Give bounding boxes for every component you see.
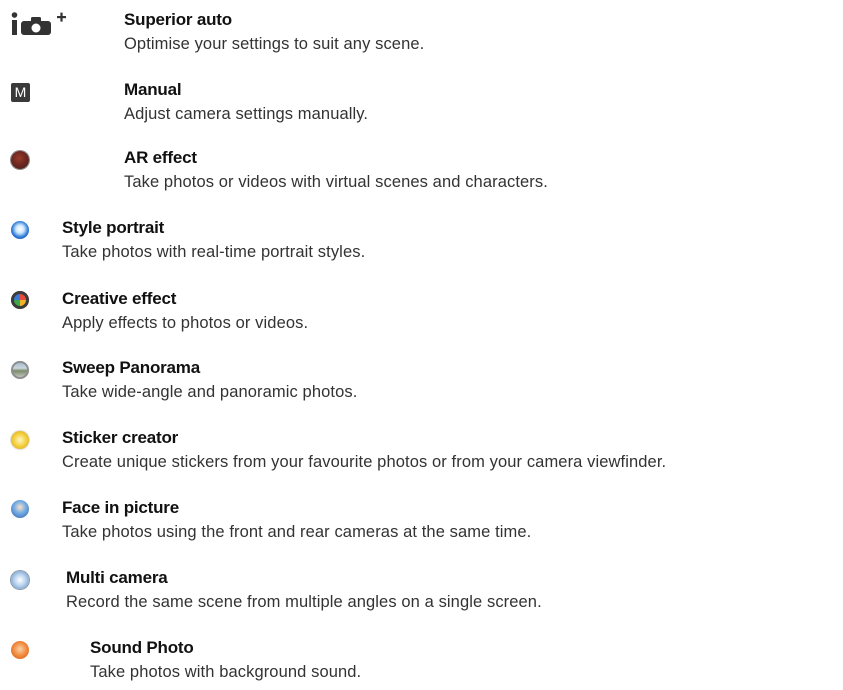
sweep-panorama-icon xyxy=(11,361,29,379)
mode-row-sticker-creator: Sticker creator Create unique stickers f… xyxy=(0,428,843,480)
style-portrait-icon xyxy=(11,221,29,239)
mode-title: Manual xyxy=(124,80,182,99)
mode-row-ar-effect: AR effect Take photos or videos with vir… xyxy=(0,148,843,200)
manual-icon-letter: M xyxy=(14,84,27,100)
mode-description: Apply effects to photos or videos. xyxy=(62,314,309,332)
mode-title: Multi camera xyxy=(66,568,168,587)
ar-effect-icon xyxy=(11,151,29,169)
mode-description: Take photos using the front and rear cam… xyxy=(62,523,532,541)
mode-row-superior-auto: Superior auto Optimise your settings to … xyxy=(0,10,843,62)
mode-description: Take photos with real-time portrait styl… xyxy=(62,243,366,261)
manual-m-icon: M xyxy=(11,83,30,102)
mode-row-multi-camera: Multi camera Record the same scene from … xyxy=(0,568,843,620)
mode-title: Face in picture xyxy=(62,498,179,517)
mode-title: Style portrait xyxy=(62,218,165,237)
face-in-picture-icon xyxy=(11,500,29,518)
multi-camera-icon xyxy=(11,571,29,589)
mode-row-sweep-panorama: Sweep Panorama Take wide-angle and panor… xyxy=(0,358,843,410)
superior-auto-icon xyxy=(9,11,79,37)
mode-description: Optimise your settings to suit any scene… xyxy=(124,35,425,53)
mode-title: Sweep Panorama xyxy=(62,358,200,377)
mode-row-creative-effect: Creative effect Apply effects to photos … xyxy=(0,289,843,341)
mode-row-face-in-picture: Face in picture Take photos using the fr… xyxy=(0,498,843,550)
mode-title: AR effect xyxy=(124,148,197,167)
mode-description: Take photos or videos with virtual scene… xyxy=(124,173,548,191)
mode-description: Record the same scene from multiple angl… xyxy=(66,593,542,611)
mode-title: Superior auto xyxy=(124,10,232,29)
sound-photo-icon xyxy=(11,641,29,659)
mode-description: Take wide-angle and panoramic photos. xyxy=(62,383,358,401)
mode-row-manual: M Manual Adjust camera settings manually… xyxy=(0,80,843,132)
mode-title: Sticker creator xyxy=(62,428,179,447)
mode-row-sound-photo: Sound Photo Take photos with background … xyxy=(0,638,843,690)
creative-effect-icon xyxy=(11,291,29,309)
sticker-creator-icon xyxy=(11,431,29,449)
mode-title: Creative effect xyxy=(62,289,177,308)
mode-title: Sound Photo xyxy=(90,638,194,657)
mode-description: Take photos with background sound. xyxy=(90,663,362,681)
mode-description: Adjust camera settings manually. xyxy=(124,105,369,123)
mode-row-style-portrait: Style portrait Take photos with real-tim… xyxy=(0,218,843,270)
mode-description: Create unique stickers from your favouri… xyxy=(62,453,667,471)
